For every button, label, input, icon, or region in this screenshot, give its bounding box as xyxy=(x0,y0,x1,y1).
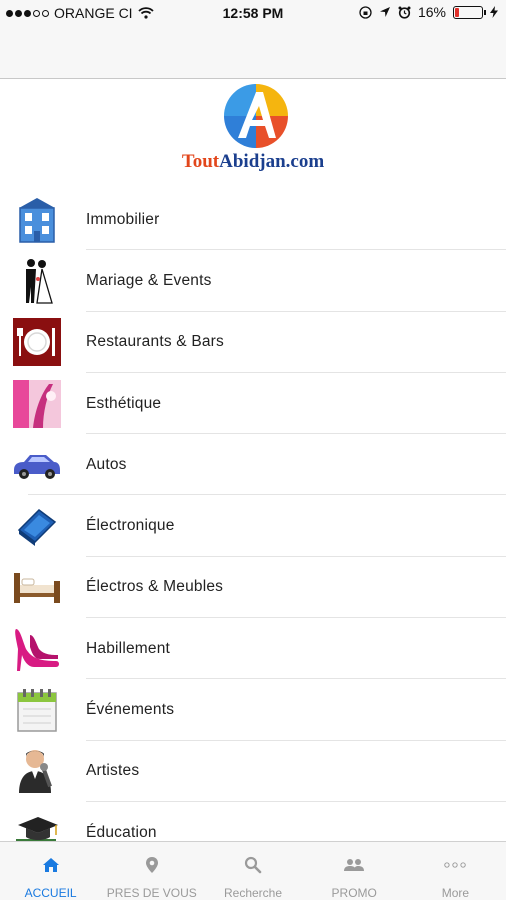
toutabidjan-logo-icon xyxy=(224,84,288,148)
category-esthetique[interactable]: Esthétique xyxy=(0,373,506,435)
tab-label: More xyxy=(441,886,470,900)
tab-pres-de-vous[interactable]: PRES DE VOUS xyxy=(101,842,202,900)
tab-bar: ACCUEIL PRES DE VOUS Recherche PROMO Mor… xyxy=(0,841,506,900)
tab-promo[interactable]: PROMO xyxy=(304,842,405,900)
category-label: Esthétique xyxy=(86,394,162,412)
category-label: Éducation xyxy=(86,823,157,841)
tab-label: Recherche xyxy=(223,886,283,900)
category-electros-meubles[interactable]: Électros & Meubles xyxy=(0,557,506,619)
category-label: Électros & Meubles xyxy=(86,578,224,596)
home-icon xyxy=(40,854,62,876)
logo-wordmark: ToutAbidjan.com xyxy=(181,151,325,172)
category-autos[interactable]: Autos xyxy=(0,434,506,496)
category-education[interactable]: Éducation xyxy=(0,802,506,841)
tab-more[interactable]: More xyxy=(405,842,506,900)
category-list: Immobilier Mariage & Events Restaurants … xyxy=(0,189,506,841)
category-electronique[interactable]: Électronique xyxy=(0,495,506,558)
category-habillement[interactable]: Habillement xyxy=(0,618,506,680)
tab-recherche[interactable]: Recherche xyxy=(202,842,303,900)
location-pin-icon xyxy=(141,854,163,876)
category-label: Électronique xyxy=(86,517,175,535)
calendar-icon xyxy=(12,685,62,735)
tab-label: ACCUEIL xyxy=(24,886,77,900)
graduation-cap-icon xyxy=(12,808,62,841)
status-icons: 16% xyxy=(359,4,498,20)
category-mariage-events[interactable]: Mariage & Events xyxy=(0,250,506,312)
category-label: Autos xyxy=(86,455,127,473)
category-label: Habillement xyxy=(86,639,171,657)
category-restaurants-bars[interactable]: Restaurants & Bars xyxy=(0,312,506,374)
category-label: Immobilier xyxy=(86,210,160,228)
location-arrow-icon xyxy=(379,7,390,17)
high-heel-icon xyxy=(12,624,62,674)
category-label: Événements xyxy=(86,701,175,719)
search-icon xyxy=(242,854,264,876)
category-label: Restaurants & Bars xyxy=(86,333,224,351)
battery-icon xyxy=(453,5,486,19)
tablet-device-icon xyxy=(12,501,62,551)
plate-cutlery-icon xyxy=(12,317,62,367)
status-bar: ORANGE CI 12:58 PM 16% xyxy=(0,0,506,26)
category-evenements[interactable]: Événements xyxy=(0,679,506,741)
beauty-icon xyxy=(12,379,62,429)
navigation-bar xyxy=(0,26,506,79)
wedding-couple-icon xyxy=(12,256,62,306)
category-immobilier[interactable]: Immobilier xyxy=(0,189,506,251)
building-icon xyxy=(12,195,62,245)
bed-icon xyxy=(12,562,62,612)
lock-rotation-icon xyxy=(359,5,372,19)
category-label: Artistes xyxy=(86,762,140,780)
singer-microphone-icon xyxy=(12,746,62,796)
tab-accueil[interactable]: ACCUEIL xyxy=(0,842,101,900)
app-logo: ToutAbidjan.com xyxy=(0,84,506,176)
category-artistes[interactable]: Artistes xyxy=(0,741,506,803)
battery-percent: 16% xyxy=(417,4,446,20)
alarm-icon xyxy=(398,6,411,19)
people-icon xyxy=(343,854,365,876)
tab-label: PRES DE VOUS xyxy=(106,886,197,900)
tab-label: PROMO xyxy=(331,886,377,900)
charging-bolt-icon xyxy=(490,6,498,18)
car-icon xyxy=(12,440,62,490)
category-label: Mariage & Events xyxy=(86,271,212,289)
more-dots-icon xyxy=(444,854,467,876)
